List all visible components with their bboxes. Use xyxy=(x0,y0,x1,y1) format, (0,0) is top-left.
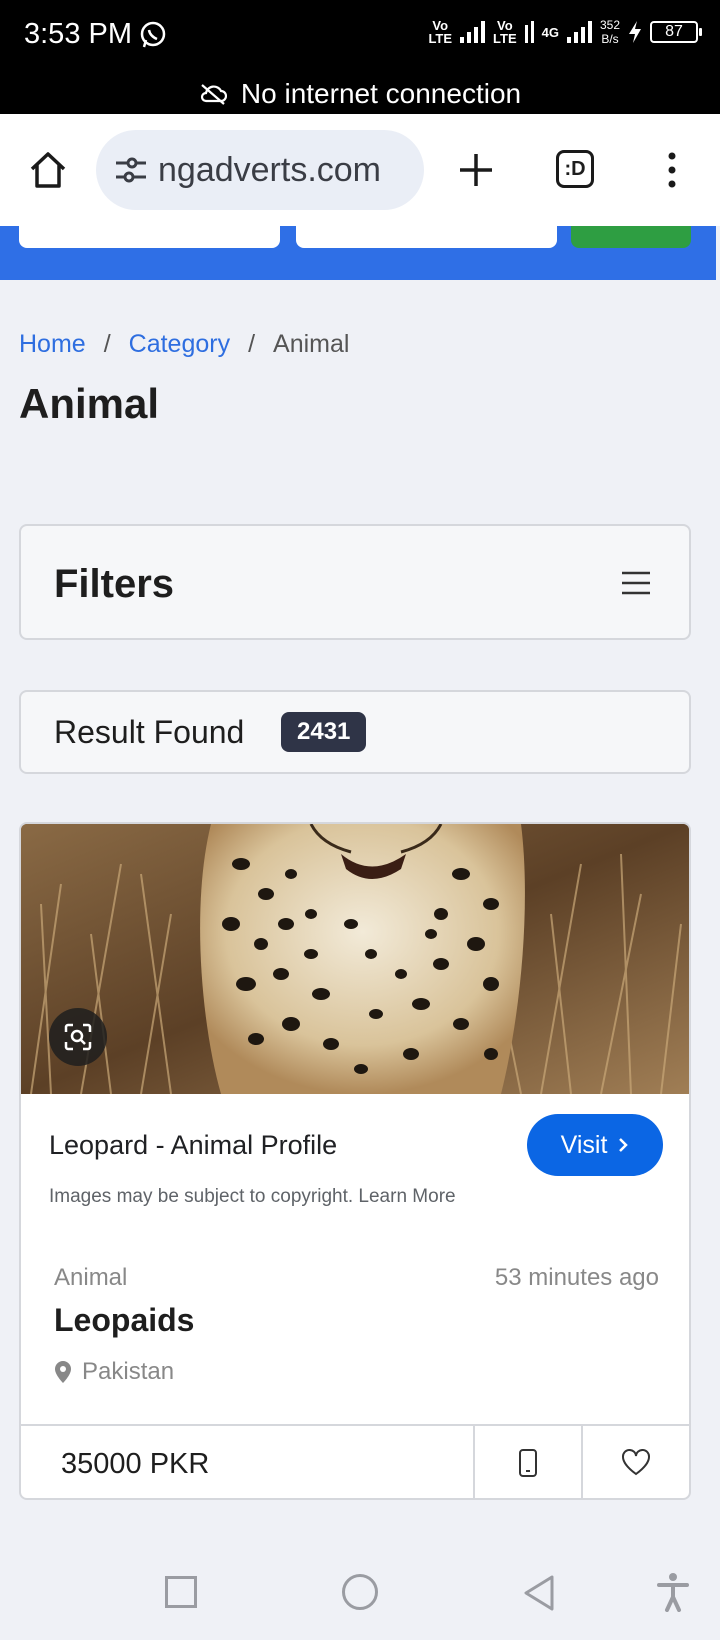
charging-icon xyxy=(629,21,641,43)
filters-panel[interactable]: Filters xyxy=(19,524,691,640)
volte-indicator-1: Vo LTE xyxy=(428,18,453,46)
cloud-off-icon xyxy=(200,84,227,105)
network-speed: 352 B/s xyxy=(600,18,620,46)
search-button[interactable] xyxy=(571,226,691,248)
breadcrumb-home[interactable]: Home xyxy=(19,330,86,359)
overflow-menu-icon[interactable] xyxy=(664,150,680,190)
breadcrumb-category[interactable]: Category xyxy=(129,330,230,359)
browser-toolbar: ngadverts.com :D xyxy=(0,114,720,226)
offline-banner: No internet connection xyxy=(0,74,720,114)
favorite-button[interactable] xyxy=(581,1426,689,1498)
data-activity-icon xyxy=(524,21,534,43)
breadcrumb-current: Animal xyxy=(273,330,350,358)
phone-icon xyxy=(519,1449,537,1477)
google-lens-button[interactable] xyxy=(49,1008,107,1066)
chevron-right-icon xyxy=(619,1138,629,1152)
system-nav-bar xyxy=(0,1560,720,1640)
search-keyword-input[interactable] xyxy=(19,226,280,248)
tab-switcher-icon[interactable]: :D xyxy=(556,150,594,188)
image-source-title: Leopard - Animal Profile xyxy=(49,1130,338,1160)
signal-icon-2 xyxy=(566,21,592,43)
nav-home-icon[interactable] xyxy=(342,1574,378,1610)
listing-footer: 35000 PKR xyxy=(21,1424,689,1498)
accessibility-icon[interactable] xyxy=(656,1572,690,1612)
recent-apps-icon[interactable] xyxy=(165,1576,197,1608)
listing-title[interactable]: Leopaids xyxy=(54,1302,194,1339)
listing-card[interactable]: Leopard - Animal Profile Visit Images ma… xyxy=(19,822,691,1500)
volte-indicator-2: Vo LTE xyxy=(493,18,517,46)
status-bar: 3:53 PM Vo LTE Vo LTE 4G 352 B/s 87 xyxy=(0,0,720,74)
result-label: Result Found xyxy=(54,714,245,750)
speed-value: 352 xyxy=(599,18,620,32)
network-4g-indicator: 4G xyxy=(541,24,559,40)
lens-icon xyxy=(64,1023,92,1051)
listing-location: Pakistan xyxy=(54,1358,174,1386)
heart-icon xyxy=(622,1449,650,1476)
signal-icon-1 xyxy=(460,21,486,43)
url-text: ngadverts.com xyxy=(158,150,381,189)
visit-label: Visit xyxy=(560,1130,608,1159)
listing-photo[interactable] xyxy=(21,824,689,1094)
site-settings-icon[interactable] xyxy=(114,155,148,185)
new-tab-icon[interactable] xyxy=(456,150,496,190)
search-strip xyxy=(0,226,716,280)
speed-unit: B/s xyxy=(601,32,619,46)
listing-posted-time: 53 minutes ago xyxy=(494,1264,659,1291)
whatsapp-icon xyxy=(140,21,166,48)
search-location-input[interactable] xyxy=(296,226,557,248)
page-title: Animal xyxy=(19,380,160,427)
visit-button[interactable]: Visit xyxy=(527,1114,663,1176)
breadcrumb-separator: / xyxy=(103,330,111,358)
filters-title: Filters xyxy=(54,562,175,606)
status-indicators: Vo LTE Vo LTE 4G 352 B/s 87 xyxy=(428,18,702,46)
address-bar[interactable]: ngadverts.com xyxy=(96,130,424,210)
result-count-badge: 2431 xyxy=(281,712,367,752)
listing-price: 35000 PKR xyxy=(61,1448,210,1480)
back-icon[interactable] xyxy=(522,1574,556,1612)
copyright-note[interactable]: Images may be subject to copyright. Lear… xyxy=(49,1186,456,1208)
result-count-bar: Result Found 2431 xyxy=(19,690,691,774)
location-pin-icon xyxy=(55,1361,71,1383)
battery-indicator: 87 xyxy=(650,21,702,43)
breadcrumb-separator: / xyxy=(248,330,256,358)
listing-category: Animal xyxy=(54,1264,128,1291)
hamburger-icon[interactable] xyxy=(621,570,651,596)
home-icon[interactable] xyxy=(28,150,68,190)
status-time: 3:53 PM xyxy=(24,18,132,50)
breadcrumb: Home / Category / Animal xyxy=(19,330,349,359)
call-button[interactable] xyxy=(473,1426,581,1498)
leopard-image xyxy=(21,824,689,1094)
offline-text: No internet connection xyxy=(240,78,522,109)
location-text: Pakistan xyxy=(82,1358,175,1385)
